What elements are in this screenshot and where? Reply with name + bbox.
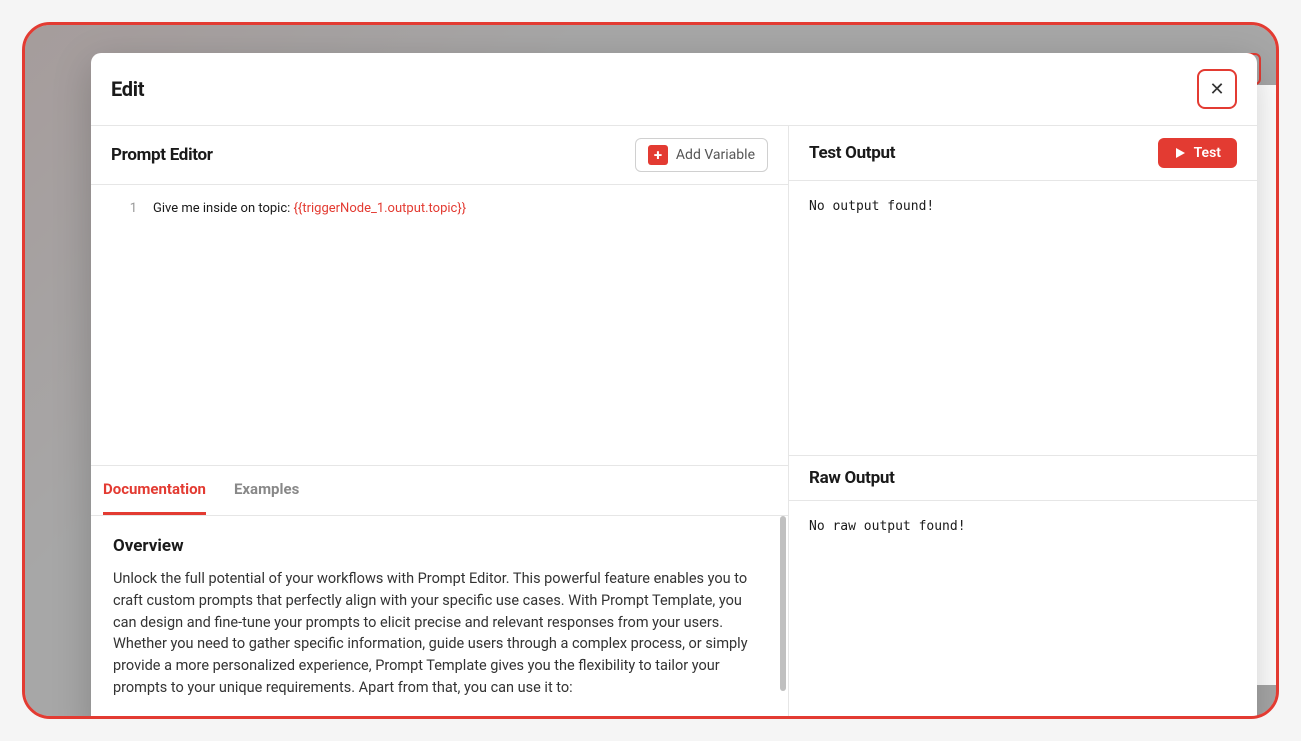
code-content: Give me inside on topic: {{triggerNode_1…	[153, 199, 466, 220]
bullet-item: Create dynamic prompts that adapt to use…	[135, 713, 766, 720]
tab-examples[interactable]: Examples	[234, 466, 299, 515]
add-variable-button[interactable]: + Add Variable	[635, 138, 768, 172]
close-button[interactable]: ✕	[1197, 69, 1237, 109]
plus-icon: +	[648, 145, 668, 165]
right-column: Test Output Test No output found! Raw Ou…	[789, 126, 1257, 719]
docs-tabs: Documentation Examples	[91, 465, 788, 516]
overview-heading: Overview	[113, 536, 766, 556]
overview-bullets: Create dynamic prompts that adapt to use…	[113, 713, 766, 720]
test-button-label: Test	[1194, 145, 1221, 161]
play-icon	[1174, 147, 1186, 159]
raw-output-header: Raw Output	[789, 456, 1257, 501]
code-line: 1 Give me inside on topic: {{triggerNode…	[107, 199, 772, 220]
test-output-section: Test Output Test No output found!	[789, 126, 1257, 456]
prompt-editor-title: Prompt Editor	[111, 145, 213, 165]
scrollbar-thumb[interactable]	[780, 516, 786, 691]
close-icon: ✕	[1209, 79, 1224, 100]
highlighted-frame: del Nar ro ate * {{tri roperti Edit ✕ Pr…	[22, 22, 1279, 719]
tab-documentation[interactable]: Documentation	[103, 466, 206, 515]
test-button[interactable]: Test	[1158, 138, 1237, 168]
left-column: Prompt Editor + Add Variable 1 Give me i…	[91, 126, 789, 719]
code-variable: {{triggerNode_1.output.topic}}	[294, 201, 467, 216]
prompt-editor-header: Prompt Editor + Add Variable	[91, 126, 788, 185]
line-number: 1	[107, 199, 137, 220]
code-text: Give me inside on topic:	[153, 201, 294, 216]
modal-body: Prompt Editor + Add Variable 1 Give me i…	[91, 126, 1257, 719]
edit-modal: Edit ✕ Prompt Editor + Add Variable 1	[91, 53, 1257, 719]
documentation-pane[interactable]: Overview Unlock the full potential of yo…	[91, 516, 788, 719]
add-variable-label: Add Variable	[676, 147, 755, 163]
raw-output-title: Raw Output	[809, 468, 895, 488]
code-editor[interactable]: 1 Give me inside on topic: {{triggerNode…	[91, 185, 788, 465]
test-output-body: No output found!	[789, 181, 1257, 455]
modal-title: Edit	[111, 77, 144, 101]
raw-output-section: Raw Output No raw output found!	[789, 456, 1257, 719]
test-output-title: Test Output	[809, 143, 895, 163]
test-output-header: Test Output Test	[789, 126, 1257, 181]
modal-header: Edit ✕	[91, 53, 1257, 126]
overview-body: Unlock the full potential of your workfl…	[113, 568, 766, 699]
raw-output-body: No raw output found!	[789, 501, 1257, 719]
